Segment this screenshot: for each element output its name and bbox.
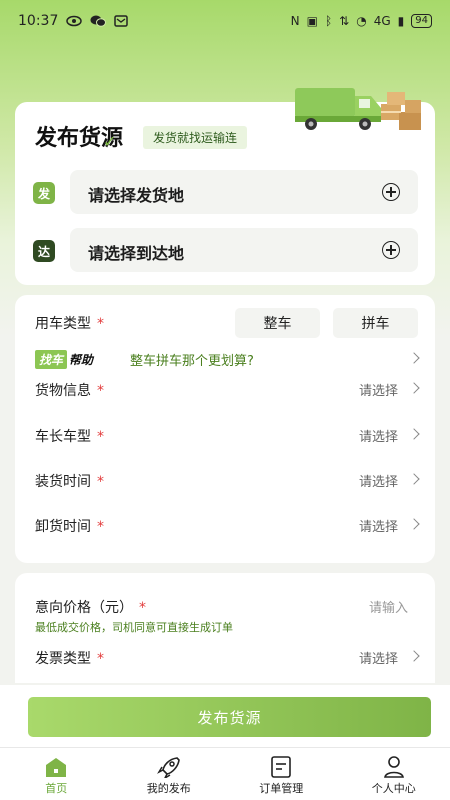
cargo-info-value: 请选择 (358, 384, 398, 399)
price-input[interactable]: 请输入 (369, 597, 408, 616)
tab-label: 我的发布 (146, 782, 191, 795)
loading-time-label: 装货时间 * (35, 474, 104, 490)
vehicle-type-row: 用车类型 * 整车 拼车 (35, 308, 418, 338)
to-address-field[interactable]: 请选择到达地 (70, 228, 418, 272)
document-icon (271, 756, 292, 778)
unloading-time-label: 卸货时间 * (35, 519, 104, 535)
truck-illustration (295, 88, 421, 130)
check-icon: ✓ (103, 132, 117, 151)
option-shared-truck[interactable]: 拼车 (333, 308, 418, 338)
vehicle-length-row[interactable]: 车长车型 * 请选择 (35, 421, 420, 451)
invoice-type-row[interactable]: 发票类型 * 请选择 (35, 643, 420, 673)
chevron-right-icon (408, 650, 420, 662)
chevron-right-icon (408, 382, 420, 394)
tab-orders[interactable]: 订单管理 (225, 748, 338, 800)
loading-time-value: 请选择 (358, 475, 398, 490)
tab-profile[interactable]: 个人中心 (338, 748, 450, 800)
tab-label: 首页 (45, 782, 68, 795)
chevron-right-icon (408, 352, 420, 364)
from-address-row[interactable]: 发 请选择发货地 (33, 170, 418, 214)
tab-home[interactable]: 首页 (0, 748, 113, 800)
vehicle-length-value: 请选择 (358, 430, 398, 445)
from-tag: 发 (33, 182, 55, 204)
vibrate-icon: ▣ (306, 14, 318, 28)
price-label: 意向价格（元） * (35, 600, 146, 616)
chevron-right-icon (408, 428, 420, 440)
publish-button[interactable]: 发布货源 (28, 697, 431, 737)
network-type: 4G (373, 14, 391, 28)
from-address-placeholder: 请选择发货地 (88, 186, 185, 205)
clock: 10:37 (18, 13, 59, 29)
chevron-right-icon (408, 518, 420, 530)
nfc-icon: N (290, 14, 300, 28)
tab-label: 个人中心 (371, 782, 416, 795)
invoice-type-value: 请选择 (358, 652, 398, 667)
help-link-text[interactable]: 整车拼车那个更划算? (130, 350, 254, 369)
route-card: 发布货源 ✓ 发货就找运输连 发 请选择发货地 达 请选择到达地 (15, 88, 435, 285)
bluetooth-icon: ᛒ (324, 14, 333, 28)
add-circle-icon[interactable] (382, 183, 400, 201)
cargo-info-row[interactable]: 货物信息 * 请选择 (35, 375, 420, 405)
chevron-right-icon (408, 473, 420, 485)
status-bar: 10:37 N ▣ ᛒ ⇅ ◔ 4G ▮ 94 (0, 0, 450, 42)
page-subtitle: 发货就找运输连 (143, 126, 248, 149)
battery-icon: 94 (411, 14, 432, 28)
vehicle-type-label: 用车类型 * (35, 316, 104, 332)
mail-icon (114, 15, 129, 27)
price-row[interactable]: 意向价格（元） * 请输入 (35, 592, 418, 622)
tab-label: 订单管理 (259, 782, 304, 795)
price-hint: 最低成交价格，司机同意可直接生成订单 (35, 621, 233, 634)
add-circle-icon[interactable] (382, 241, 400, 259)
vehicle-length-label: 车长车型 * (35, 429, 104, 445)
wifi-icon: ◔ (356, 14, 367, 28)
help-badge: 找车 帮助 (35, 350, 93, 369)
wechat-icon (90, 15, 107, 27)
option-full-truck[interactable]: 整车 (235, 308, 320, 338)
cargo-info-label: 货物信息 * (35, 383, 104, 399)
price-card: 意向价格（元） * 请输入 最低成交价格，司机同意可直接生成订单 发票类型 * 请选… (15, 573, 435, 683)
to-address-placeholder: 请选择到达地 (88, 244, 185, 263)
bottom-tab-bar: 首页 我的发布 订单管理 个人中心 (0, 747, 450, 800)
invoice-type-label: 发票类型 * (35, 651, 104, 667)
unloading-time-value: 请选择 (358, 520, 398, 535)
signal-icon: ▮ (397, 14, 405, 28)
data-speed-icon: ⇅ (339, 14, 350, 28)
to-address-row[interactable]: 达 请选择到达地 (33, 228, 418, 272)
help-row[interactable]: 找车 帮助 整车拼车那个更划算? (35, 345, 420, 375)
from-address-field[interactable]: 请选择发货地 (70, 170, 418, 214)
loading-time-row[interactable]: 装货时间 * 请选择 (35, 466, 420, 496)
home-icon (46, 758, 67, 777)
to-tag: 达 (33, 240, 55, 262)
person-icon (383, 756, 404, 778)
publish-bar: 发布货源 (0, 685, 450, 747)
eye-icon (66, 15, 83, 27)
unloading-time-row[interactable]: 卸货时间 * 请选择 (35, 511, 420, 541)
rocket-icon (156, 757, 180, 778)
cargo-form-card: 用车类型 * 整车 拼车 找车 帮助 整车拼车那个更划算? 货物信息 * 请选择 车长… (15, 295, 435, 563)
tab-my-posts[interactable]: 我的发布 (113, 748, 226, 800)
